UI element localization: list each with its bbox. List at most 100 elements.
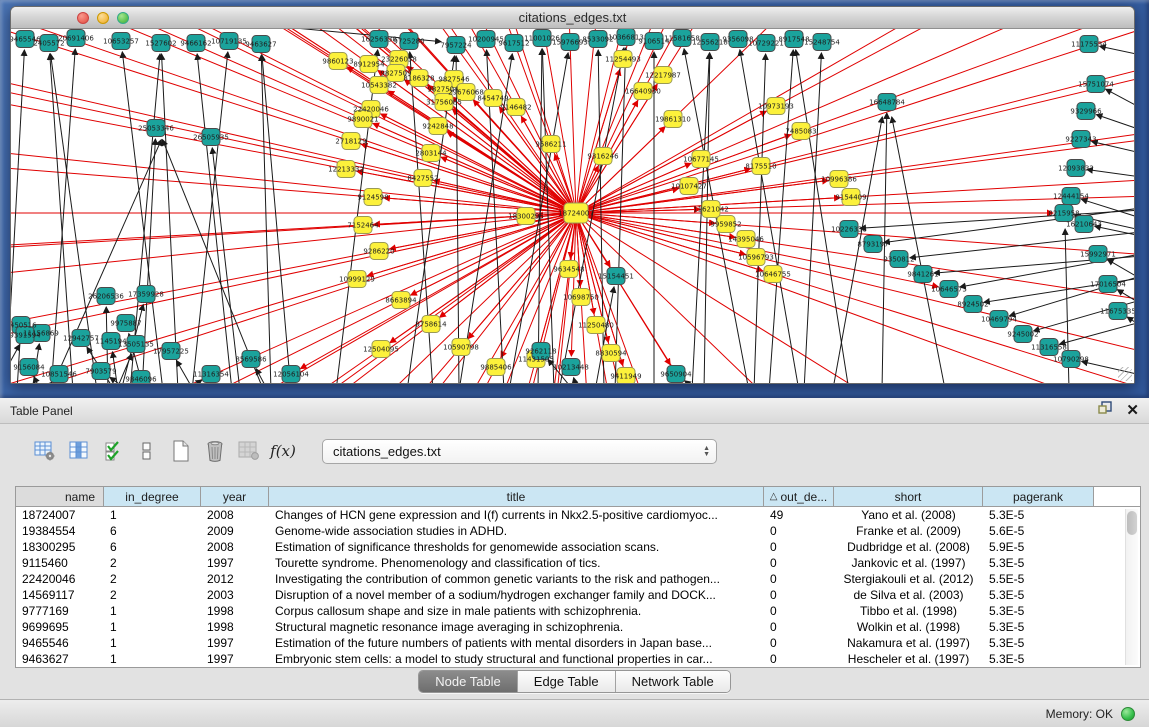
table-cell[interactable]: 0 xyxy=(764,603,834,619)
table-cell[interactable]: Tibbo et al. (1998) xyxy=(834,603,983,619)
table-source-selector[interactable]: citations_edges.txt ▲▼ xyxy=(322,439,717,464)
table-cell[interactable]: 5.3E-5 xyxy=(983,651,1094,667)
table-cell[interactable]: 1 xyxy=(104,507,201,523)
table-cell[interactable]: 1998 xyxy=(201,619,269,635)
create-table-icon[interactable] xyxy=(168,439,194,463)
table-options-icon[interactable] xyxy=(32,439,58,463)
table-cell[interactable]: 6 xyxy=(104,539,201,555)
table-row[interactable]: 1872400712008Changes of HCN gene express… xyxy=(16,507,1140,523)
table-cell[interactable]: 5.3E-5 xyxy=(983,603,1094,619)
table-cell[interactable]: 18724007 xyxy=(16,507,104,523)
table-cell[interactable]: Yano et al. (2008) xyxy=(834,507,983,523)
table-cell[interactable]: Investigating the contribution of common… xyxy=(269,571,764,587)
table-cell[interactable]: 14569117 xyxy=(16,587,104,603)
float-panel-icon[interactable] xyxy=(1098,401,1112,420)
table-cell[interactable]: 2008 xyxy=(201,539,269,555)
column-header-in-degree[interactable]: in_degree xyxy=(104,487,201,507)
table-cell[interactable]: de Silva et al. (2003) xyxy=(834,587,983,603)
table-cell[interactable]: 5.3E-5 xyxy=(983,587,1094,603)
table-scrollbar-thumb[interactable] xyxy=(1127,511,1137,535)
table-row[interactable]: 911546021997Tourette syndrome. Phenomeno… xyxy=(16,555,1140,571)
table-cell[interactable]: 1 xyxy=(104,635,201,651)
column-header-pagerank[interactable]: pagerank xyxy=(983,487,1094,507)
table-cell[interactable]: 5.5E-5 xyxy=(983,571,1094,587)
window-resize-grip[interactable] xyxy=(1118,367,1132,381)
table-cell[interactable]: 9699695 xyxy=(16,619,104,635)
close-panel-icon[interactable]: ✕ xyxy=(1126,404,1139,418)
table-cell[interactable]: Stergiakouli et al. (2012) xyxy=(834,571,983,587)
row-height-icon[interactable] xyxy=(134,439,160,463)
table-cell[interactable]: 2 xyxy=(104,587,201,603)
table-cell[interactable]: 5.3E-5 xyxy=(983,635,1094,651)
column-header-out-de-[interactable]: △out_de... xyxy=(764,487,834,507)
table-cell[interactable]: 1997 xyxy=(201,651,269,667)
select-rows-icon[interactable] xyxy=(100,439,126,463)
column-header-year[interactable]: year xyxy=(201,487,269,507)
table-row[interactable]: 1938455462009Genome-wide association stu… xyxy=(16,523,1140,539)
table-cell[interactable]: Jankovic et al. (1997) xyxy=(834,555,983,571)
table-cell[interactable]: 49 xyxy=(764,507,834,523)
table-cell[interactable]: Hescheler et al. (1997) xyxy=(834,651,983,667)
tab-edge-table[interactable]: Edge Table xyxy=(518,671,616,692)
table-cell[interactable]: 9777169 xyxy=(16,603,104,619)
table-cell[interactable]: 0 xyxy=(764,635,834,651)
table-scrollbar[interactable] xyxy=(1125,509,1138,665)
table-cell[interactable]: 2008 xyxy=(201,507,269,523)
table-cell[interactable]: 2012 xyxy=(201,571,269,587)
table-cell[interactable]: 2003 xyxy=(201,587,269,603)
table-cell[interactable]: Genome-wide association studies in ADHD. xyxy=(269,523,764,539)
table-row[interactable]: 977716911998Corpus callosum shape and si… xyxy=(16,603,1140,619)
table-cell[interactable]: 0 xyxy=(764,619,834,635)
table-cell[interactable]: 9115460 xyxy=(16,555,104,571)
table-row[interactable]: 969969511998Structural magnetic resonanc… xyxy=(16,619,1140,635)
table-cell[interactable]: Nakamura et al. (1997) xyxy=(834,635,983,651)
table-cell[interactable]: Wolkin et al. (1998) xyxy=(834,619,983,635)
table-cell[interactable]: 0 xyxy=(764,651,834,667)
table-cell[interactable]: 9463627 xyxy=(16,651,104,667)
function-builder-icon[interactable]: f(x) xyxy=(270,439,296,463)
tab-node-table[interactable]: Node Table xyxy=(419,671,518,692)
table-cell[interactable]: Estimation of significance thresholds fo… xyxy=(269,539,764,555)
table-row[interactable]: 2242004622012Investigating the contribut… xyxy=(16,571,1140,587)
column-header-title[interactable]: title xyxy=(269,487,764,507)
network-canvas[interactable]: 9860123891295423226058982750981863281054… xyxy=(11,29,1134,383)
table-row[interactable]: 1456911722003Disruption of a novel membe… xyxy=(16,587,1140,603)
table-cell[interactable]: Estimation of the future numbers of pati… xyxy=(269,635,764,651)
table-cell[interactable]: 1998 xyxy=(201,603,269,619)
table-row[interactable]: 946362711997Embryonic stem cells: a mode… xyxy=(16,651,1140,667)
table-cell[interactable]: 0 xyxy=(764,587,834,603)
network-window[interactable]: citations_edges.txt 98601238912954232260… xyxy=(10,6,1135,384)
table-cell[interactable]: 5.3E-5 xyxy=(983,555,1094,571)
network-window-titlebar[interactable]: citations_edges.txt xyxy=(11,7,1134,29)
table-cell[interactable]: 6 xyxy=(104,523,201,539)
column-header-name[interactable]: name xyxy=(16,487,104,507)
table-cell[interactable]: 1997 xyxy=(201,555,269,571)
table-cell[interactable]: 18300295 xyxy=(16,539,104,555)
table-cell[interactable]: 5.3E-5 xyxy=(983,507,1094,523)
delete-table-icon[interactable] xyxy=(202,439,228,463)
table-cell[interactable]: 0 xyxy=(764,523,834,539)
table-cell[interactable]: 1 xyxy=(104,651,201,667)
table-cell[interactable]: 5.6E-5 xyxy=(983,523,1094,539)
table-cell[interactable]: Disruption of a novel member of a sodium… xyxy=(269,587,764,603)
column-header-short[interactable]: short xyxy=(834,487,983,507)
table-cell[interactable]: 2009 xyxy=(201,523,269,539)
table-cell[interactable]: Embryonic stem cells: a model to study s… xyxy=(269,651,764,667)
table-cell[interactable]: 0 xyxy=(764,555,834,571)
table-cell[interactable]: 0 xyxy=(764,571,834,587)
table-cell[interactable]: 1 xyxy=(104,619,201,635)
table-cell[interactable]: Structural magnetic resonance image aver… xyxy=(269,619,764,635)
table-cell[interactable]: Corpus callosum shape and size in male p… xyxy=(269,603,764,619)
table-cell[interactable]: 22420046 xyxy=(16,571,104,587)
table-cell[interactable]: 1997 xyxy=(201,635,269,651)
table-cell[interactable]: Tourette syndrome. Phenomenology and cla… xyxy=(269,555,764,571)
table-row[interactable]: 1830029562008Estimation of significance … xyxy=(16,539,1140,555)
table-cell[interactable]: 1 xyxy=(104,603,201,619)
tab-network-table[interactable]: Network Table xyxy=(616,671,730,692)
table-cell[interactable]: 5.9E-5 xyxy=(983,539,1094,555)
table-row[interactable]: 946554611997Estimation of the future num… xyxy=(16,635,1140,651)
table-cell[interactable]: Changes of HCN gene expression and I(f) … xyxy=(269,507,764,523)
table-cell[interactable]: Dudbridge et al. (2008) xyxy=(834,539,983,555)
table-cell[interactable]: 0 xyxy=(764,539,834,555)
table-cell[interactable]: Franke et al. (2009) xyxy=(834,523,983,539)
